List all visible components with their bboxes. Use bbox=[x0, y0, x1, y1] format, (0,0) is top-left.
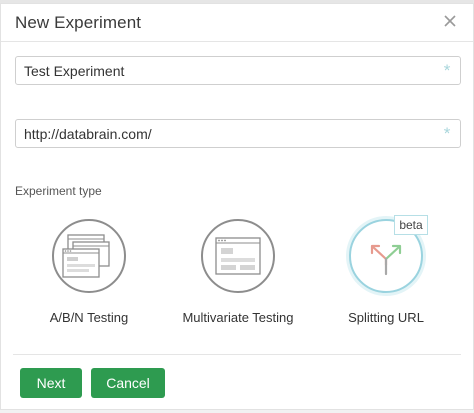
experiment-url-input[interactable] bbox=[16, 120, 436, 147]
type-label-multivariate: Multivariate Testing bbox=[182, 310, 294, 325]
experiment-name-field: * bbox=[15, 56, 461, 85]
type-option-multivariate[interactable]: Multivariate Testing bbox=[173, 219, 303, 334]
close-button[interactable] bbox=[439, 10, 461, 32]
experiment-type-label: Experiment type bbox=[15, 184, 102, 198]
experiment-name-input[interactable] bbox=[16, 57, 436, 84]
type-label-ab-testing: A/B/N Testing bbox=[49, 310, 129, 325]
multivariate-icon bbox=[201, 219, 275, 293]
type-option-split-url[interactable]: Splitting URL bbox=[321, 219, 451, 334]
type-option-ab-testing[interactable]: A/B/N Testing bbox=[24, 219, 154, 334]
type-label-split-url: Splitting URL bbox=[348, 310, 424, 325]
ab-testing-icon bbox=[52, 219, 126, 293]
dialog-header: New Experiment bbox=[1, 4, 473, 42]
required-icon: * bbox=[443, 60, 451, 80]
dialog-title: New Experiment bbox=[15, 13, 142, 32]
next-button[interactable]: Next bbox=[20, 368, 82, 398]
beta-badge: beta bbox=[394, 215, 428, 235]
required-icon: * bbox=[443, 123, 451, 143]
footer-divider bbox=[13, 354, 461, 355]
new-experiment-dialog: New Experiment * * Experiment type bbox=[0, 3, 474, 410]
experiment-url-field: * bbox=[15, 119, 461, 148]
cancel-button[interactable]: Cancel bbox=[91, 368, 165, 398]
close-icon bbox=[444, 15, 456, 27]
